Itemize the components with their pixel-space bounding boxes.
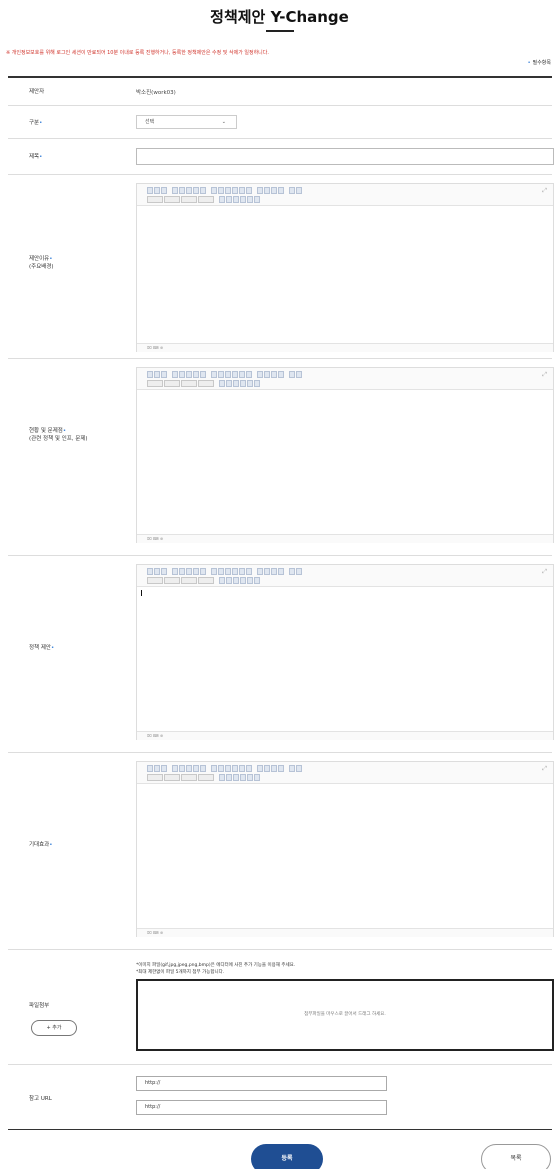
category-selected-value: 선택: [145, 119, 155, 125]
redo-icon[interactable]: [161, 187, 167, 194]
list-icon[interactable]: [289, 187, 295, 194]
editor-status: ⌧ ⌨ ⊕: [137, 534, 553, 543]
reference-url-label: 참고 URL: [29, 1096, 52, 1102]
subject-row: 제목•: [8, 139, 554, 175]
editor-body[interactable]: [137, 784, 553, 928]
align-right-icon[interactable]: [271, 187, 277, 194]
hr-icon[interactable]: [233, 196, 239, 203]
page-title: 정책제안 Y-Change: [210, 8, 349, 26]
undo-icon[interactable]: [154, 187, 160, 194]
current-issues-row: 현황 및 문제점• (관련 정책 및 인프, 문제) ⤢ ⌧ ⌨ ⊕: [8, 359, 554, 556]
align-left-icon[interactable]: [257, 187, 263, 194]
editor-status: ⌧ ⌨ ⊕: [137, 928, 553, 937]
expand-icon[interactable]: ⤢: [542, 187, 547, 195]
editor-toolbar: ⤢: [137, 184, 553, 206]
justify-icon[interactable]: [278, 187, 284, 194]
paste-icon[interactable]: [179, 187, 185, 194]
category-row: 구분• 선택 ⌄: [8, 106, 552, 139]
font-color-icon[interactable]: [218, 187, 224, 194]
expand-icon[interactable]: ⤢: [542, 568, 547, 576]
expected-effect-editor[interactable]: ⤢ ⌧ ⌨ ⊕: [136, 761, 554, 937]
proposal-editor[interactable]: ⤢ ⌧ ⌨ ⊕: [136, 564, 554, 740]
current-issues-label: 현황 및 문제점• (관련 정책 및 인프, 문제): [29, 428, 88, 443]
indent-icon[interactable]: [296, 187, 302, 194]
register-button[interactable]: 등록: [251, 1144, 323, 1169]
file-dropzone[interactable]: 첨부파일을 마우스로 끌어서 드래그 하세요.: [136, 979, 554, 1051]
editor-toolbar: ⤢: [137, 762, 553, 784]
subject-label: 제목•: [29, 154, 43, 160]
list-button[interactable]: 목록: [481, 1144, 551, 1169]
expand-icon[interactable]: ⤢: [542, 371, 547, 379]
link-icon[interactable]: [200, 187, 206, 194]
proposer-label: 제안자: [29, 89, 45, 95]
editor-body[interactable]: [137, 587, 553, 731]
reference-url-input-1[interactable]: http://: [136, 1076, 387, 1091]
proposal-label: 정책 제안•: [29, 645, 55, 651]
expected-effect-row: 기대효과• ⤢ ⌧ ⌨ ⊕: [8, 753, 554, 950]
required-legend: • 필수항목: [528, 59, 551, 66]
editor-status: ⌧ ⌨ ⊕: [137, 731, 553, 740]
background-row: 제안이유• (주요배경) ⤢ ⌧ ⌨ ⊕: [8, 175, 554, 359]
category-select[interactable]: 선택 ⌄: [136, 115, 237, 129]
editor-status: ⌧ ⌨ ⊕: [137, 343, 553, 352]
editor-toolbar: ⤢: [137, 368, 553, 390]
highlight-icon[interactable]: [211, 187, 217, 194]
proposer-value: 박소진(work03): [136, 90, 176, 96]
editor-body[interactable]: [137, 390, 553, 534]
required-dot-icon: •: [527, 60, 531, 66]
underline-icon[interactable]: [239, 187, 245, 194]
reference-url-row: 참고 URL http:// http://: [8, 1065, 552, 1130]
text-cursor: [141, 590, 142, 596]
omega-icon[interactable]: [240, 196, 246, 203]
sup-icon[interactable]: [247, 196, 253, 203]
size-select[interactable]: [181, 196, 197, 203]
strike-icon[interactable]: [246, 187, 252, 194]
emoticon-icon[interactable]: [226, 196, 232, 203]
current-issues-editor[interactable]: ⤢ ⌧ ⌨ ⊕: [136, 367, 554, 543]
expand-icon[interactable]: ⤢: [542, 765, 547, 773]
copy-icon[interactable]: [172, 187, 178, 194]
expected-effect-label: 기대효과•: [29, 842, 53, 848]
proposal-row: 정책 제안• ⤢ ⌧ ⌨ ⊕: [8, 556, 554, 753]
bold-icon[interactable]: [225, 187, 231, 194]
title-underline: [266, 30, 294, 32]
editor-body[interactable]: [137, 206, 553, 343]
proposer-row: 제안자 박소진(work03): [8, 78, 552, 106]
table-icon[interactable]: [193, 187, 199, 194]
background-editor[interactable]: ⤢ ⌧ ⌨ ⊕: [136, 183, 554, 352]
reference-url-input-2[interactable]: http://: [136, 1100, 387, 1115]
subject-input[interactable]: [136, 148, 554, 165]
special-char-icon[interactable]: [219, 196, 225, 203]
source-icon[interactable]: [254, 196, 260, 203]
privacy-notice: ※ 개인정보보호를 위해 로그인 세션이 만료되어 10분 이내로 등록 진행하…: [6, 50, 269, 56]
chevron-down-icon: ⌄: [221, 119, 226, 125]
heading-select[interactable]: [198, 196, 214, 203]
proposal-form: 제안자 박소진(work03) 구분• 선택 ⌄ 제목• 제안이유• (주요배경…: [8, 76, 554, 1130]
cut-icon[interactable]: [147, 187, 153, 194]
align-center-icon[interactable]: [264, 187, 270, 194]
italic-icon[interactable]: [232, 187, 238, 194]
attachment-note: *이미지 파일(gif,jpg,jpeg,png,bmp)은 에디터에 사진 추…: [136, 963, 296, 976]
required-legend-label: 필수항목: [532, 60, 551, 66]
font-select[interactable]: [164, 196, 180, 203]
background-label: 제안이유• (주요배경): [29, 256, 54, 271]
style-select[interactable]: [147, 196, 163, 203]
attachment-row: 파일첨부 + 추가 *이미지 파일(gif,jpg,jpeg,png,bmp)은…: [8, 950, 554, 1065]
category-label: 구분•: [29, 120, 43, 126]
attachment-label: 파일첨부: [29, 1003, 50, 1009]
editor-toolbar: ⤢: [137, 565, 553, 587]
add-file-button[interactable]: + 추가: [31, 1020, 77, 1036]
image-icon[interactable]: [186, 187, 192, 194]
